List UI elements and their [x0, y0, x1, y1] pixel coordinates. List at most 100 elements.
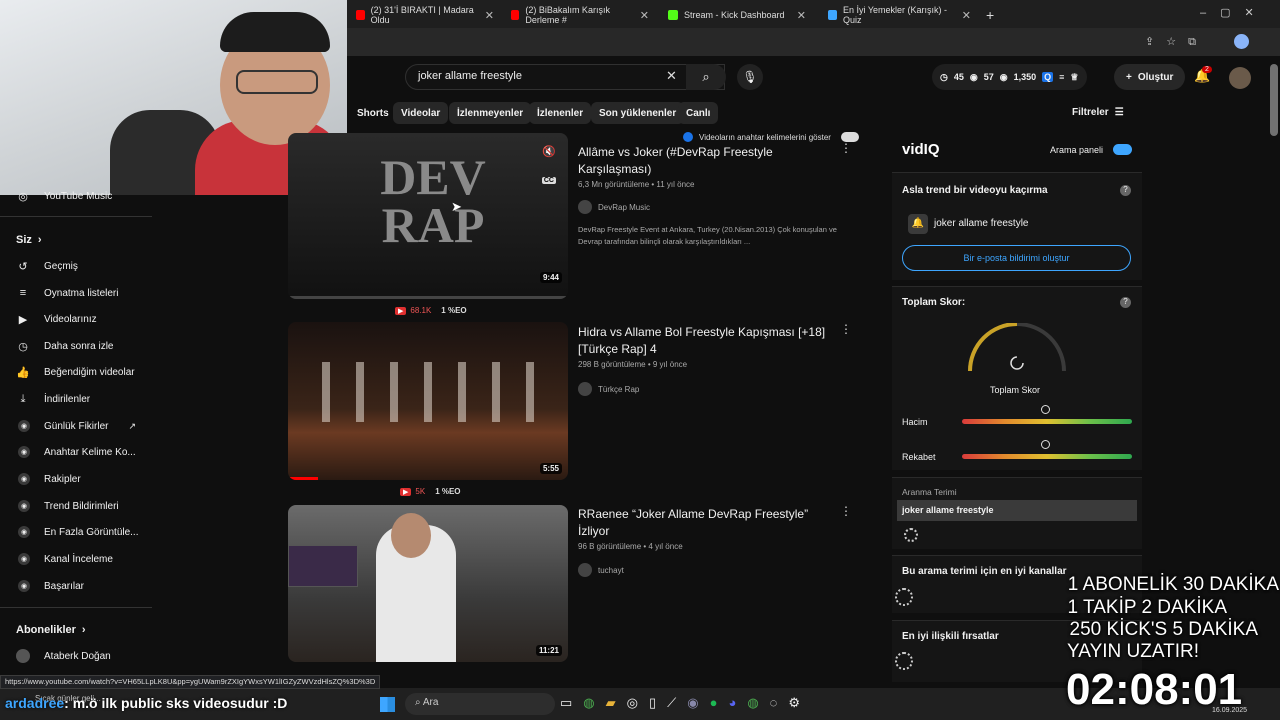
window-controls[interactable]: –▢✕ — [1200, 6, 1268, 19]
chrome-icon[interactable]: ◍ — [747, 695, 758, 711]
sidebar-item-daily-ideas[interactable]: ◉ Günlük Fikirler ↗ — [18, 416, 136, 436]
app-icon[interactable]: ▯ — [649, 695, 656, 711]
video-title[interactable]: Allâme vs Joker (#DevRap Freestyle Karşı… — [578, 144, 828, 178]
settings-icon[interactable]: ⚙ — [788, 695, 800, 711]
help-icon[interactable]: ? — [1120, 297, 1131, 308]
avatar[interactable] — [1229, 67, 1251, 89]
help-icon[interactable]: ? — [1120, 185, 1131, 196]
channel-link[interactable]: Türkçe Rap — [578, 382, 639, 396]
profile-avatar[interactable] — [1234, 34, 1249, 49]
tab-label: Stream - Kick Dashboard — [684, 10, 785, 20]
sidebar-item-watch-later[interactable]: ◷ Daha sonra izle — [16, 336, 113, 356]
discord-icon[interactable]: ◕ — [728, 695, 736, 711]
chrome-icon[interactable]: ◍ — [583, 695, 594, 711]
browser-tab[interactable]: En İyi Yemekler (Karışık) - Quiz ✕ — [822, 4, 977, 26]
volume-marker — [1041, 405, 1050, 414]
mute-icon[interactable]: 🔇 — [542, 145, 556, 158]
video-title[interactable]: Hidra vs Allame Bol Freestyle Kapışması … — [578, 324, 828, 358]
video-title[interactable]: RRaenee “Joker Allame DevRap Freestyle” … — [578, 506, 828, 540]
sidebar-item-channel-audit[interactable]: ◉ Kanal İnceleme — [18, 549, 113, 569]
close-icon[interactable]: ✕ — [640, 9, 649, 22]
spotify-icon[interactable]: ● — [710, 695, 718, 711]
panel-toggle[interactable] — [1113, 144, 1132, 155]
mic-button[interactable]: 🎙 — [737, 64, 763, 90]
scrollbar[interactable] — [1270, 64, 1278, 136]
chip-unwatched[interactable]: İzlenmeyenler — [449, 102, 532, 124]
app-icon[interactable]: ◌ — [770, 695, 778, 711]
sidebar-subscriptions-header[interactable]: Abonelikler › — [16, 620, 86, 640]
create-label: Oluştur — [1137, 71, 1174, 83]
chip-watched[interactable]: İzlenenler — [529, 102, 592, 124]
vidiq-stats[interactable]: ◷ 45 ◉ 57 ◉ 1,350 Q ≡ ♕ — [932, 64, 1087, 90]
youtube-icon — [511, 10, 520, 20]
app-icon[interactable]: ◎ — [627, 695, 638, 711]
sidebar-item-playlists[interactable]: ≡ Oynatma listeleri — [16, 283, 119, 303]
taskbar-apps[interactable]: ▭ ◍ ▰ ◎ ▯ ⟋ ◉ ● ◕ ◍ ◌ ⚙ — [560, 695, 800, 711]
sidebar-item-trend-alerts[interactable]: ◉ Trend Bildirimleri — [18, 496, 119, 516]
video-thumbnail[interactable]: 5:55 — [288, 322, 568, 480]
search-button[interactable]: ⌕ — [686, 64, 726, 90]
sidebar-item-competitors[interactable]: ◉ Rakipler — [18, 469, 81, 489]
browser-toolbar-icons[interactable]: ⇪☆⧉ — [1145, 35, 1208, 49]
progress-bar[interactable] — [288, 296, 568, 299]
filters-button[interactable]: Filtreler ☰ — [1072, 107, 1124, 118]
sidebar-item-liked[interactable]: 👍 Beğendiğim videolar — [16, 362, 134, 382]
sidebar-item-downloads[interactable]: ⤓ İndirilenler — [16, 389, 91, 409]
more-options-icon[interactable]: ⋮ — [840, 322, 852, 336]
sidebar-item-achievements[interactable]: ◉ Başarılar — [18, 576, 84, 596]
download-icon: ⤓ — [20, 392, 26, 405]
task-view-icon[interactable]: ▭ — [560, 695, 572, 711]
youtube-music-icon: ◎ — [18, 190, 28, 203]
cc-icon[interactable]: CC — [541, 177, 556, 184]
channel-link[interactable]: tuchayt — [578, 563, 624, 577]
performer-head — [391, 513, 431, 558]
volume-meter — [962, 419, 1132, 424]
browser-tab[interactable]: Stream - Kick Dashboard ✕ — [662, 4, 812, 26]
chip-videos[interactable]: Videolar — [393, 102, 449, 124]
browser-tab[interactable]: (2) BiBakalım Karışık Derleme # ✕ — [505, 4, 655, 26]
close-icon[interactable]: ✕ — [485, 9, 494, 22]
sidebar-item-subscription[interactable]: Ataberk Doğan — [16, 646, 111, 666]
video-thumbnail[interactable]: DEV RAP 🔇 CC 9:44 — [288, 133, 568, 299]
sidebar-item-most-viewed[interactable]: ◉ En Fazla Görüntüle... — [18, 522, 139, 542]
video-meta: 6,3 Mn görüntüleme • 11 yıl önce — [578, 180, 695, 189]
chevron-right-icon: › — [37, 234, 42, 246]
youtube-icon: ▶ — [400, 487, 412, 496]
clear-search-icon[interactable]: ✕ — [666, 68, 677, 84]
vidiq-icon: ◉ — [18, 526, 30, 538]
sidebar-item-youtube-music[interactable]: ◎ YouTube Music — [16, 186, 112, 206]
volume-label: Hacim — [902, 417, 928, 427]
sidebar-item-history[interactable]: ↺ Geçmiş — [16, 256, 78, 276]
sidebar-item-keywords[interactable]: ◉ Anahtar Kelime Ko... — [18, 442, 136, 462]
app-icon[interactable]: ◉ — [687, 695, 698, 711]
stat-value: 45 — [953, 72, 964, 82]
channel-link[interactable]: DevRap Music — [578, 200, 650, 214]
chip-shorts[interactable]: Shorts — [349, 102, 397, 124]
channel-avatar — [578, 200, 592, 214]
search-input[interactable]: joker allame freestyle — [405, 64, 725, 90]
more-options-icon[interactable]: ⋮ — [840, 504, 852, 518]
new-tab-button[interactable]: + — [980, 4, 1000, 26]
sidebar-you-header[interactable]: Siz › — [16, 230, 42, 250]
video-icon: ▶ — [18, 313, 28, 326]
clock-icon: ◷ — [940, 71, 948, 82]
close-icon[interactable]: ✕ — [797, 9, 806, 22]
chip-live[interactable]: Canlı — [678, 102, 719, 124]
close-icon[interactable]: ✕ — [962, 9, 971, 22]
windows-start-icon[interactable] — [380, 697, 395, 712]
search-icon: ⌕ — [702, 69, 710, 84]
taskbar-search[interactable]: ⌕ Ara — [405, 693, 555, 715]
mic-icon: 🎙 — [742, 70, 758, 84]
folder-icon[interactable]: ▰ — [606, 695, 616, 711]
browser-tab[interactable]: (2) 31'İ BIRAKTI | Madara Oldu ✕ — [350, 4, 500, 26]
email-alert-button[interactable]: Bir e-posta bildirimi oluştur — [902, 245, 1131, 271]
create-button[interactable]: + Oluştur — [1114, 64, 1186, 90]
sidebar-item-your-videos[interactable]: ▶ Videolarınız — [16, 309, 97, 329]
chip-recent[interactable]: Son yüklenenler — [591, 102, 685, 124]
more-options-icon[interactable]: ⋮ — [840, 141, 852, 155]
divider — [0, 216, 152, 217]
video-thumbnail[interactable]: 11:21 — [288, 505, 568, 662]
sidebar-item-label: Günlük Fikirler — [44, 420, 109, 432]
sidebar-item-label: Videolarınız — [44, 313, 97, 325]
app-icon[interactable]: ⟋ — [667, 695, 676, 711]
